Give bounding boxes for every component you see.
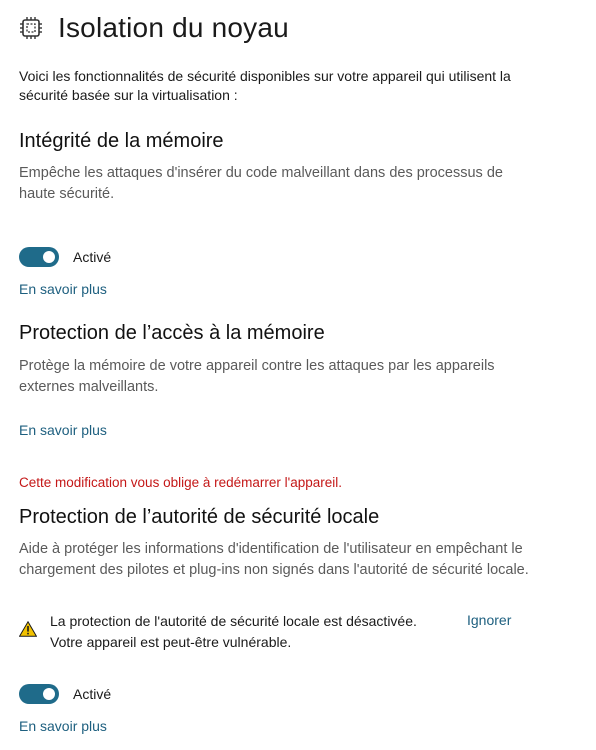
lsa-protection-toggle-label: Activé [73, 686, 112, 702]
memory-integrity-toggle[interactable] [19, 247, 59, 267]
memory-integrity-toggle-label: Activé [73, 249, 112, 265]
lsa-protection-title: Protection de l’autorité de sécurité loc… [19, 506, 380, 528]
lsa-protection-toggle-row: Activé [19, 684, 111, 704]
warning-text: La protection de l'autorité de sécurité … [50, 611, 417, 653]
memory-access-protection-title: Protection de l’accès à la mémoire [19, 322, 325, 344]
toggle-knob [43, 251, 55, 263]
memory-integrity-title: Intégrité de la mémoire [19, 130, 224, 152]
warning-line-1: La protection de l'autorité de sécurité … [50, 613, 417, 629]
lsa-warning: La protection de l'autorité de sécurité … [18, 611, 417, 653]
toggle-knob [43, 688, 55, 700]
restart-required-notice: Cette modification vous oblige à redémar… [19, 475, 342, 490]
lsa-protection-description: Aide à protéger les informations d'ident… [19, 541, 529, 578]
memory-integrity-learn-more-link[interactable]: En savoir plus [19, 281, 107, 297]
page-header: Isolation du noyau [18, 12, 289, 44]
lsa-protection-toggle[interactable] [19, 684, 59, 704]
chip-icon [18, 15, 44, 41]
lsa-protection-learn-more-link[interactable]: En savoir plus [19, 718, 107, 734]
memory-access-protection-description: Protège la mémoire de votre appareil con… [19, 358, 495, 395]
warning-icon [18, 620, 38, 637]
memory-access-protection-learn-more-link[interactable]: En savoir plus [19, 422, 107, 438]
page-title: Isolation du noyau [58, 12, 289, 43]
memory-integrity-description: Empêche les attaques d'insérer du code m… [19, 165, 503, 202]
warning-line-2: Votre appareil est peut-être vulnérable. [50, 634, 292, 650]
memory-integrity-toggle-row: Activé [19, 247, 111, 267]
ignore-warning-link[interactable]: Ignorer [467, 612, 511, 628]
intro-text: Voici les fonctionnalités de sécurité di… [19, 68, 511, 103]
